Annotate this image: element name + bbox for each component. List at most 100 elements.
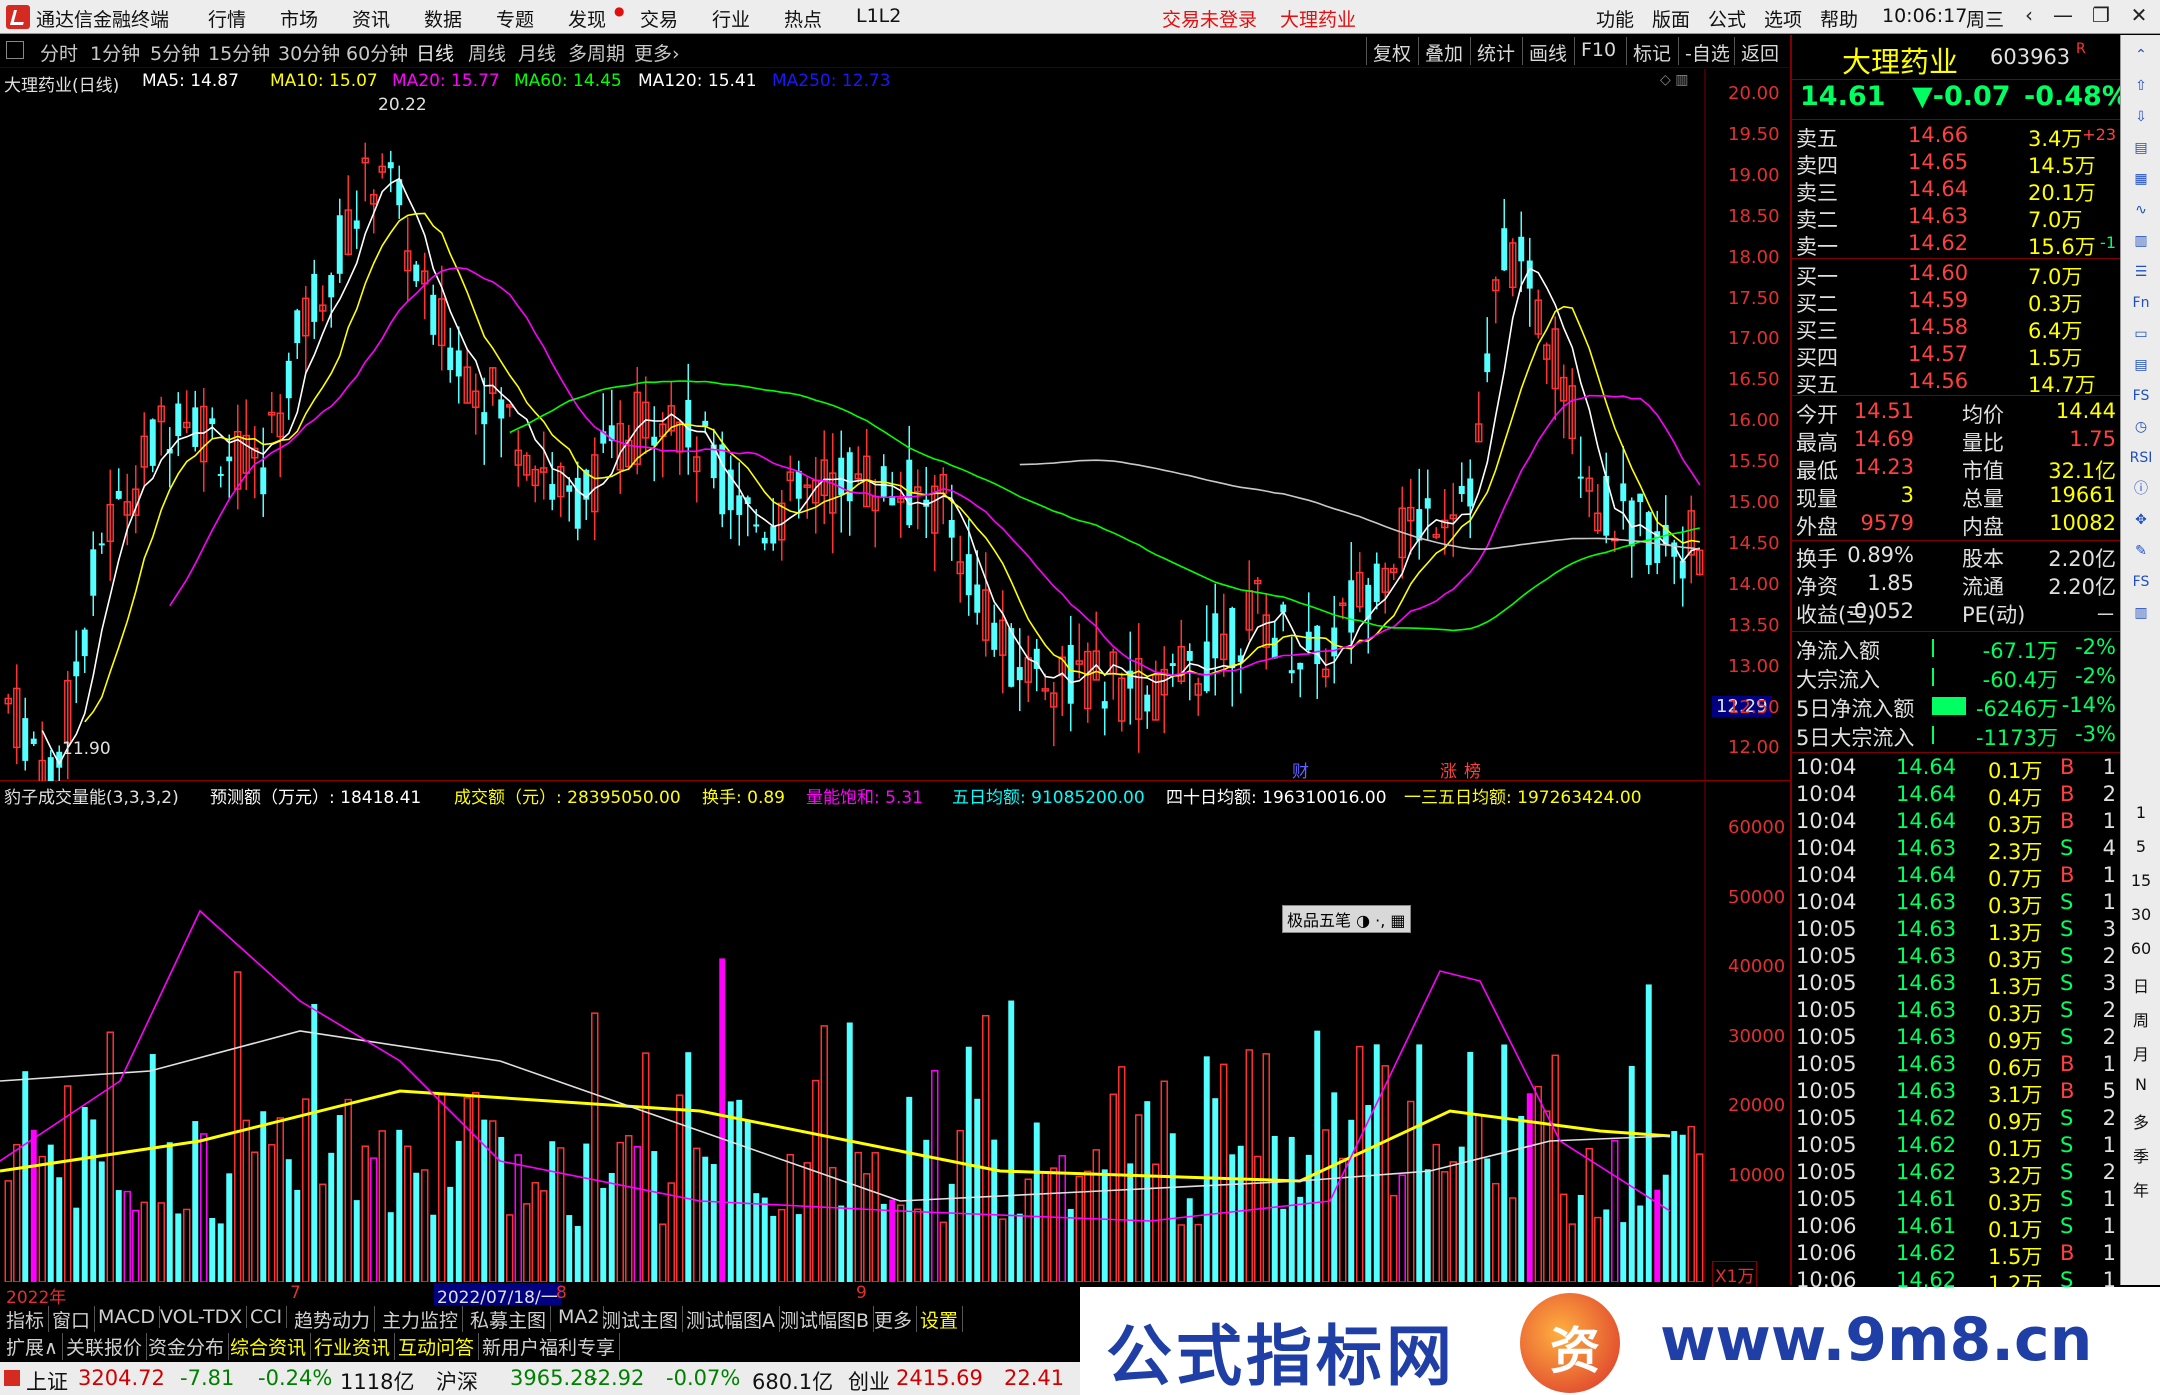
indicator-tab[interactable]: 测试幅图A	[682, 1306, 780, 1333]
book-icon[interactable]: ▥	[2129, 601, 2153, 625]
f10-icon[interactable]: Fn	[2129, 291, 2153, 315]
indicator-tab[interactable]: 趋势动力	[290, 1306, 376, 1333]
bar-icon[interactable]: ▥	[2129, 229, 2153, 253]
f10-button[interactable]: F10	[1574, 37, 1622, 65]
sidebar-period-9[interactable]: 多	[2121, 1109, 2160, 1133]
menu-item-formula[interactable]: 公式	[1708, 5, 1746, 32]
adjust-button[interactable]: 复权	[1366, 37, 1417, 65]
chart-icon[interactable]: ▤	[2129, 136, 2153, 160]
ask-row[interactable]: 卖三 14.64 20.1万	[1792, 177, 2120, 205]
indicator-tab[interactable]: 测试幅图B	[776, 1306, 875, 1333]
menu-item-industry[interactable]: 行业	[712, 5, 750, 32]
close-icon[interactable]: ✕	[2124, 3, 2154, 29]
login-status[interactable]: 交易未登录	[1162, 5, 1257, 32]
fs2-icon[interactable]: FS	[2129, 570, 2153, 594]
tab-5min[interactable]: 5分钟	[150, 39, 200, 66]
tab-intraday[interactable]: 分时	[40, 39, 78, 66]
restore-icon[interactable]: ❐	[2086, 3, 2116, 29]
indicator-tab[interactable]: CCI	[246, 1306, 288, 1328]
ime-toolbar[interactable]: 极品五笔 ◑ ·, ▦	[1282, 905, 1411, 933]
tab-more[interactable]: 更多›	[634, 39, 680, 66]
indicator-tab[interactable]: MACD	[94, 1306, 160, 1328]
sidebar-period-4[interactable]: 60	[2121, 939, 2160, 958]
move-icon[interactable]: ✥	[2129, 508, 2153, 532]
back-icon[interactable]: ‹	[2014, 3, 2044, 29]
kline-svg[interactable]	[0, 69, 1790, 781]
menu-item-topics[interactable]: 专题	[496, 5, 534, 32]
bid-row[interactable]: 买三 14.58 6.4万	[1792, 315, 2120, 343]
menu-item-layout[interactable]: 版面	[1652, 5, 1690, 32]
draw-button[interactable]: 画线	[1522, 37, 1573, 65]
watchlist-button[interactable]: -自选	[1678, 37, 1736, 65]
index-name-cy[interactable]: 创业	[848, 1366, 890, 1395]
sidebar-period-10[interactable]: 季	[2121, 1143, 2160, 1167]
volume-chart[interactable]: 豹子成交量能(3,3,3,2) 预测额（万元）: 18418.41 成交额（元）…	[0, 781, 1790, 1288]
list-icon[interactable]: ☰	[2129, 260, 2153, 284]
menu-item-discover[interactable]: 发现	[568, 5, 606, 32]
sidebar-period-6[interactable]: 周	[2121, 1007, 2160, 1031]
extension-tab[interactable]: 资金分布	[144, 1333, 230, 1360]
sidebar-period-5[interactable]: 日	[2121, 973, 2160, 997]
indicator-tab[interactable]: 更多	[870, 1306, 918, 1333]
pen-icon[interactable]: ✎	[2129, 539, 2153, 563]
menu-item-help[interactable]: 帮助	[1820, 5, 1858, 32]
kline-chart[interactable]: 大理药业(日线) MA5: 14.87 MA10: 15.07 MA20: 15…	[0, 69, 1790, 782]
menu-item-trade[interactable]: 交易	[640, 5, 678, 32]
indicator-tab[interactable]: VOL-TDX	[156, 1306, 248, 1328]
ask-row[interactable]: 卖二 14.63 7.0万	[1792, 204, 2120, 232]
tab-30min[interactable]: 30分钟	[278, 39, 340, 66]
menu-item-quotes[interactable]: 行情	[208, 5, 246, 32]
sidebar-period-1[interactable]: 5	[2121, 837, 2160, 856]
index-name-sh[interactable]: 上证	[26, 1366, 68, 1395]
info-icon[interactable]: ⓘ	[2129, 477, 2153, 501]
rsi-icon[interactable]: RSI	[2129, 446, 2153, 470]
extension-tab[interactable]: 关联报价	[62, 1333, 148, 1360]
tab-60min[interactable]: 60分钟	[346, 39, 408, 66]
extension-tab[interactable]: 新用户福利专享	[478, 1333, 621, 1360]
line-chart-icon[interactable]: ∿	[2129, 198, 2153, 222]
bid-row[interactable]: 买五 14.56 14.7万	[1792, 369, 2120, 397]
volume-svg[interactable]	[0, 781, 1790, 1282]
tab-daily[interactable]: 日线	[416, 39, 454, 66]
extension-tab[interactable]: 互动问答	[394, 1333, 480, 1360]
event-marker-rise[interactable]: 涨	[1440, 757, 1457, 782]
sidebar-period-11[interactable]: 年	[2121, 1177, 2160, 1201]
extension-tab[interactable]: 扩展∧	[2, 1333, 63, 1360]
tab-weekly[interactable]: 周线	[468, 39, 506, 66]
bid-row[interactable]: 买一 14.60 7.0万	[1792, 261, 2120, 289]
indicator-tab[interactable]: 指标	[2, 1306, 50, 1333]
indicator-tab[interactable]: 测试主图	[598, 1306, 684, 1333]
sidebar-period-3[interactable]: 30	[2121, 905, 2160, 924]
chart-collapse-icon[interactable]: ◇ ▥	[1660, 72, 1688, 88]
sidebar-period-2[interactable]: 15	[2121, 871, 2160, 890]
indicator-tab[interactable]: 主力监控	[378, 1306, 464, 1333]
sidebar-period-0[interactable]: 1	[2121, 803, 2160, 822]
bid-row[interactable]: 买四 14.57 1.5万	[1792, 342, 2120, 370]
indicator-tab[interactable]: 设置	[916, 1306, 964, 1333]
up-arrow-icon[interactable]: ⇧	[2129, 74, 2153, 98]
menu-item-news[interactable]: 资讯	[352, 5, 390, 32]
menu-item-l1l2[interactable]: L1L2	[856, 5, 901, 27]
extension-tab[interactable]: 综合资讯	[226, 1333, 312, 1360]
panel-toggle-icon[interactable]	[6, 41, 24, 59]
sidebar-period-7[interactable]: 月	[2121, 1041, 2160, 1065]
table-icon[interactable]: ▤	[2129, 353, 2153, 377]
ask-row[interactable]: 卖五 14.66 3.4万 +23	[1792, 123, 2120, 151]
menu-item-market[interactable]: 市场	[280, 5, 318, 32]
doc-icon[interactable]: ▭	[2129, 322, 2153, 346]
mark-button[interactable]: 标记	[1626, 37, 1677, 65]
clock-icon[interactable]: ◷	[2129, 415, 2153, 439]
extension-tab[interactable]: 行业资讯	[310, 1333, 396, 1360]
event-marker-list[interactable]: 榜	[1464, 757, 1481, 782]
ask-row[interactable]: 卖一 14.62 15.6万 -1	[1792, 231, 2120, 259]
overlay-button[interactable]: 叠加	[1418, 37, 1469, 65]
back-button[interactable]: 返回	[1734, 37, 1785, 65]
event-marker-finance[interactable]: 财	[1292, 757, 1309, 782]
minimize-icon[interactable]: —	[2048, 3, 2078, 29]
ask-row[interactable]: 卖四 14.65 14.5万	[1792, 150, 2120, 178]
up-arrow-icon[interactable]: ⌃	[2129, 43, 2153, 67]
menu-item-function[interactable]: 功能	[1596, 5, 1634, 32]
tab-monthly[interactable]: 月线	[518, 39, 556, 66]
tab-1min[interactable]: 1分钟	[90, 39, 140, 66]
menu-item-hot[interactable]: 热点	[784, 5, 822, 32]
